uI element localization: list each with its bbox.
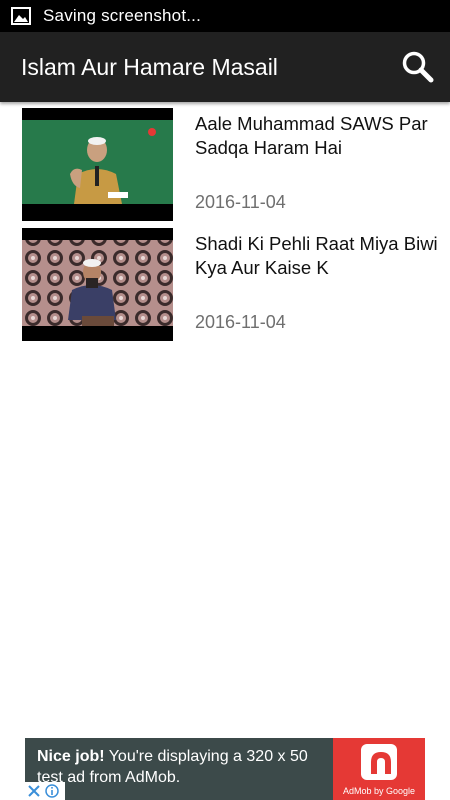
status-text: Saving screenshot... [43, 6, 202, 25]
app-bar: Islam Aur Hamare Masail [0, 32, 450, 102]
list-item[interactable]: Shadi Ki Pehli Raat Miya Biwi Kya Aur Ka… [0, 222, 450, 342]
ad-headline: Nice job! [37, 748, 105, 765]
video-thumbnail [22, 228, 173, 341]
ad-content[interactable]: Nice job! You're displaying a 320 x 50 t… [25, 738, 425, 800]
video-date: 2016-11-04 [195, 312, 286, 332]
video-title: Aale Muhammad SAWS Par Sadqa Haram Hai [195, 113, 428, 158]
video-title: Shadi Ki Pehli Raat Miya Biwi Kya Aur Ka… [195, 233, 438, 278]
list-item[interactable]: Aale Muhammad SAWS Par Sadqa Haram Hai 2… [0, 102, 450, 222]
ad-text: Nice job! You're displaying a 320 x 50 t… [37, 746, 332, 788]
image-icon [11, 7, 31, 25]
close-icon [28, 785, 40, 797]
ad-controls [25, 782, 65, 800]
video-thumbnail [22, 108, 173, 221]
ad-info-button[interactable] [43, 782, 61, 800]
video-date: 2016-11-04 [195, 192, 286, 212]
ad-close-button[interactable] [25, 782, 43, 800]
status-bar: Saving screenshot... [0, 0, 450, 32]
info-icon [45, 784, 59, 798]
admob-logo: AdMob by Google [333, 738, 425, 800]
app-title: Islam Aur Hamare Masail [21, 53, 278, 80]
search-icon [402, 51, 434, 83]
search-button[interactable] [398, 47, 438, 87]
video-list: Aale Muhammad SAWS Par Sadqa Haram Hai 2… [0, 102, 450, 342]
ad-banner[interactable]: Nice job! You're displaying a 320 x 50 t… [0, 738, 450, 800]
ad-logo-caption: AdMob by Google [342, 786, 416, 796]
